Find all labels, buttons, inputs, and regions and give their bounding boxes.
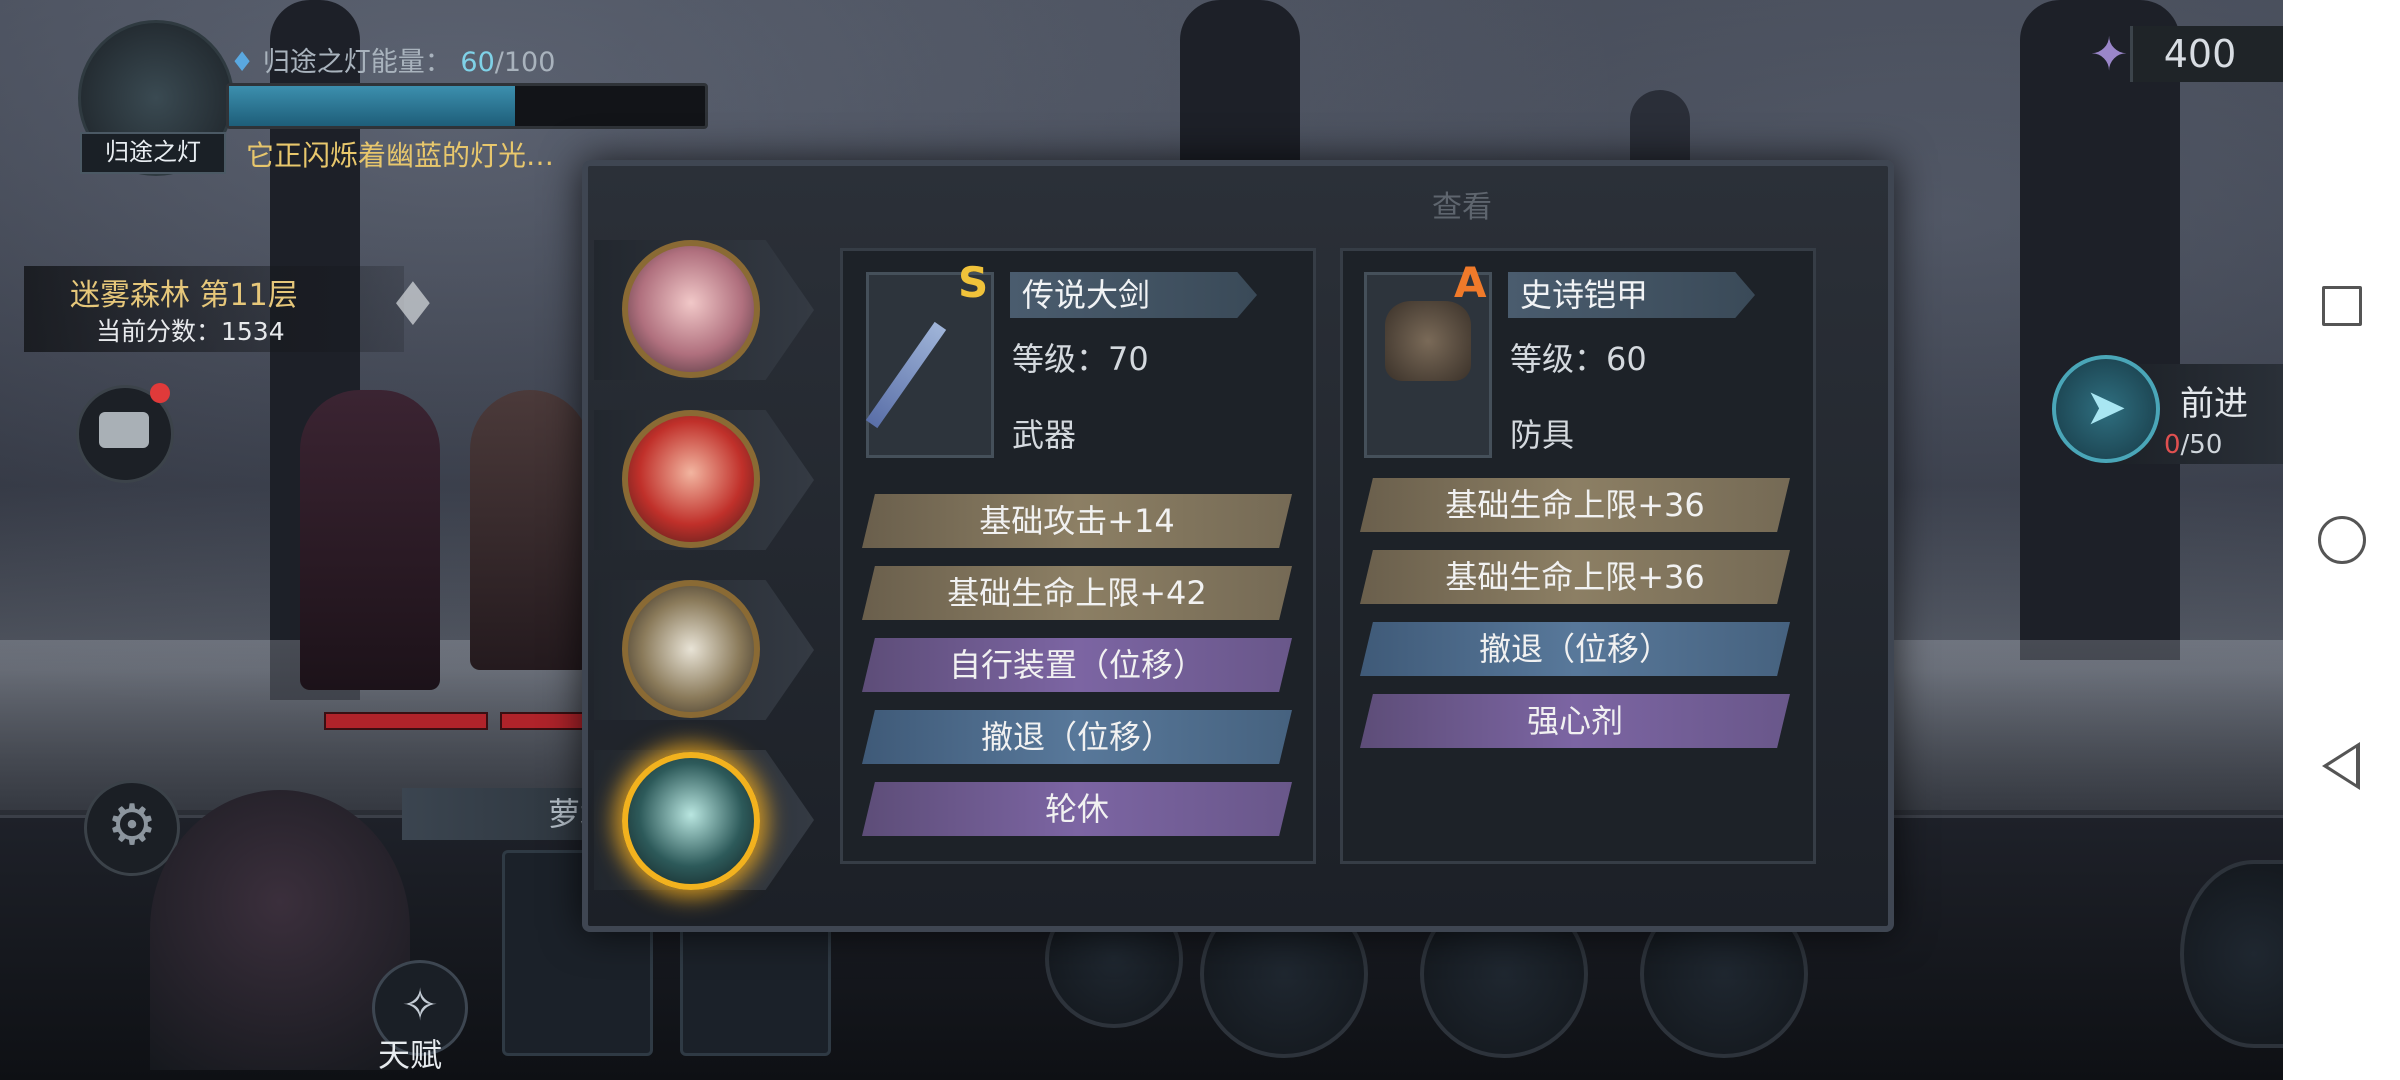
stat-affix: 基础生命上限+42 [862, 566, 1292, 620]
home-button[interactable] [2318, 516, 2366, 564]
lamp-description: 它正闪烁着幽蓝的灯光… [246, 139, 555, 172]
gear-icon: ⚙ [106, 793, 158, 858]
armor-icon [1385, 301, 1471, 381]
character-portrait[interactable] [150, 790, 410, 1070]
character-portrait-pink[interactable] [622, 240, 760, 378]
grade-a-badge: A [1454, 258, 1487, 307]
forward-button[interactable]: ➤ [2052, 355, 2160, 463]
recents-button[interactable] [2322, 286, 2362, 326]
crystal-icon: ♦ [386, 270, 440, 340]
modal-title: 查看 [1432, 190, 1492, 225]
ally-character[interactable] [470, 390, 590, 670]
stat-affix: 自行装置（位移） [862, 638, 1292, 692]
weapon-level: 等级：70 [1012, 340, 1149, 378]
stat-affix: 撤退（位移） [1360, 622, 1790, 676]
armor-name: 史诗铠甲 [1508, 272, 1755, 318]
health-bar [324, 712, 488, 730]
weapon-name: 传说大剑 [1010, 272, 1257, 318]
stat-affix: 基础攻击+14 [862, 494, 1292, 548]
character-portrait-witch[interactable] [622, 580, 760, 718]
stage-name: 迷雾森林 第11层 [70, 278, 298, 313]
stat-affix: 基础生命上限+36 [1360, 550, 1790, 604]
forward-count-max: /50 [2180, 430, 2223, 460]
energy-max: /100 [494, 47, 556, 78]
forward-icon: ➤ [2085, 378, 2127, 436]
score-text: 当前分数：1534 [96, 317, 285, 346]
weapon-type: 武器 [1012, 416, 1077, 454]
energy-current: 60 [460, 47, 495, 78]
armor-type: 防具 [1510, 416, 1575, 454]
armor-level: 等级：60 [1510, 340, 1647, 378]
lamp-label: 归途之灯 [80, 132, 226, 174]
stat-affix: 基础生命上限+36 [1360, 478, 1790, 532]
energy-label: 归途之灯能量： [262, 47, 452, 78]
talent-icon: ✧ [401, 980, 439, 1031]
energy-text: ♦ 归途之灯能量： 60/100 [230, 40, 555, 79]
character-portrait-red[interactable] [622, 410, 760, 548]
stat-affix: 强心剂 [1360, 694, 1790, 748]
currency-value: 400 [2163, 32, 2237, 76]
player-character[interactable] [300, 390, 440, 690]
soul-currency-icon: ✦ [2089, 27, 2129, 81]
notification-dot [150, 383, 170, 403]
stat-affix: 轮休 [862, 782, 1292, 836]
grade-s-badge: S [958, 258, 989, 307]
forward-count-current: 0 [2164, 430, 2181, 460]
stat-affix: 撤退（位移） [862, 710, 1292, 764]
energy-bar [226, 83, 708, 129]
chat-icon [99, 412, 149, 448]
flame-icon: ♦ [230, 47, 255, 78]
forward-label: 前进 [2180, 384, 2248, 424]
forward-count: 0/50 [2164, 430, 2222, 460]
character-portrait-lota[interactable] [622, 752, 760, 890]
talent-label: 天赋 [378, 1036, 443, 1074]
background-tree [2020, 0, 2180, 660]
energy-bar-fill [229, 86, 515, 126]
sword-icon [865, 321, 947, 429]
back-icon-inner [2328, 748, 2356, 784]
